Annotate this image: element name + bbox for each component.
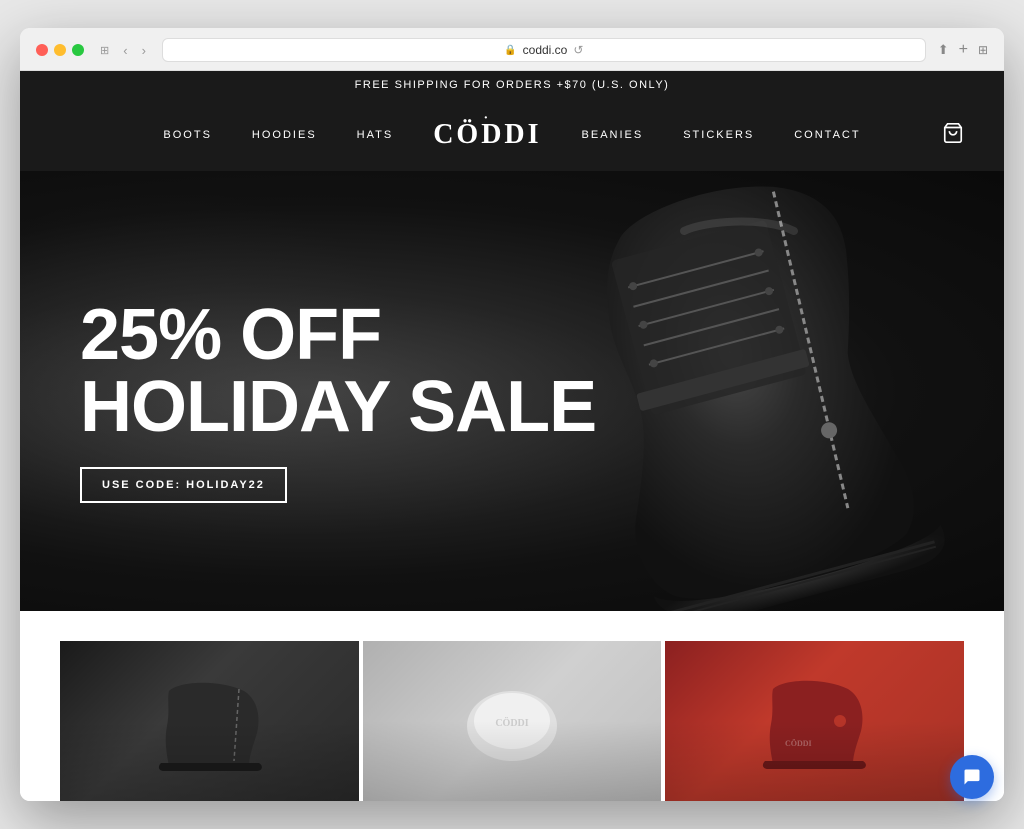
product-image-3: CÖDDI — [665, 641, 964, 801]
product-card-2[interactable]: CÖDDI — [363, 641, 662, 801]
nav-hats[interactable]: HATS — [357, 129, 394, 141]
nav-boots[interactable]: BOOTS — [163, 129, 212, 141]
cart-button[interactable] — [942, 122, 964, 149]
browser-window: ⊞ ‹ › 🔒 coddi.co ↺ ⬆ + ⊞ FREE SHIPPING F… — [20, 28, 1004, 801]
banner-text: FREE SHIPPING FOR ORDERS +$70 (U.S. ONLY… — [355, 79, 670, 91]
svg-text:CÖDDI: CÖDDI — [495, 716, 528, 729]
hero-section: 25% OFF HOLIDAY SALE USE CODE: HOLIDAY22 — [20, 171, 1004, 611]
maximize-button[interactable] — [72, 44, 84, 56]
chat-bubble-button[interactable] — [950, 755, 994, 799]
products-grid: CÖDDI CÖDDI — [60, 641, 964, 801]
product-image-2: CÖDDI — [363, 641, 662, 801]
product-card-3[interactable]: CÖDDI — [665, 641, 964, 801]
nav-beanies[interactable]: BEANIES — [582, 129, 644, 141]
lock-icon: 🔒 — [504, 45, 516, 56]
tabs-grid-icon[interactable]: ⊞ — [978, 43, 988, 57]
minimize-button[interactable] — [54, 44, 66, 56]
nav-forward-button[interactable]: › — [138, 41, 150, 60]
brand-logo[interactable]: CÖDDI — [433, 119, 541, 151]
product-card-1[interactable] — [60, 641, 359, 801]
traffic-lights — [36, 44, 84, 56]
products-section: CÖDDI CÖDDI — [20, 611, 1004, 801]
address-bar[interactable]: 🔒 coddi.co ↺ — [162, 38, 926, 62]
svg-text:CÖDDI: CÖDDI — [785, 739, 812, 748]
window-grid-icon[interactable]: ⊞ — [96, 42, 113, 59]
hero-cta-button[interactable]: USE CODE: HOLIDAY22 — [80, 467, 287, 503]
hero-text-content: 25% OFF HOLIDAY SALE USE CODE: HOLIDAY22 — [20, 299, 656, 523]
promo-banner: FREE SHIPPING FOR ORDERS +$70 (U.S. ONLY… — [20, 71, 1004, 99]
new-tab-icon[interactable]: + — [959, 41, 968, 59]
share-icon[interactable]: ⬆ — [938, 42, 949, 58]
main-nav: BOOTS HOODIES HATS CÖDDI BEANIES STICKER… — [20, 99, 1004, 171]
url-text: coddi.co — [523, 43, 568, 57]
hero-headline-line1: 25% OFF — [80, 299, 596, 371]
nav-contact[interactable]: CONTACT — [794, 129, 860, 141]
brand-name: CÖDDI — [433, 119, 541, 150]
nav-stickers[interactable]: STICKERS — [683, 129, 754, 141]
product-image-1 — [60, 641, 359, 801]
close-button[interactable] — [36, 44, 48, 56]
browser-chrome: ⊞ ‹ › 🔒 coddi.co ↺ ⬆ + ⊞ — [20, 28, 1004, 71]
browser-controls: ⊞ ‹ › — [96, 41, 150, 60]
nav-back-button[interactable]: ‹ — [119, 41, 131, 60]
website-content: FREE SHIPPING FOR ORDERS +$70 (U.S. ONLY… — [20, 71, 1004, 801]
browser-right-controls: ⬆ + ⊞ — [938, 41, 988, 59]
hero-headline-line2: HOLIDAY SALE — [80, 371, 596, 443]
reload-icon[interactable]: ↺ — [573, 43, 583, 57]
nav-hoodies[interactable]: HOODIES — [252, 129, 317, 141]
